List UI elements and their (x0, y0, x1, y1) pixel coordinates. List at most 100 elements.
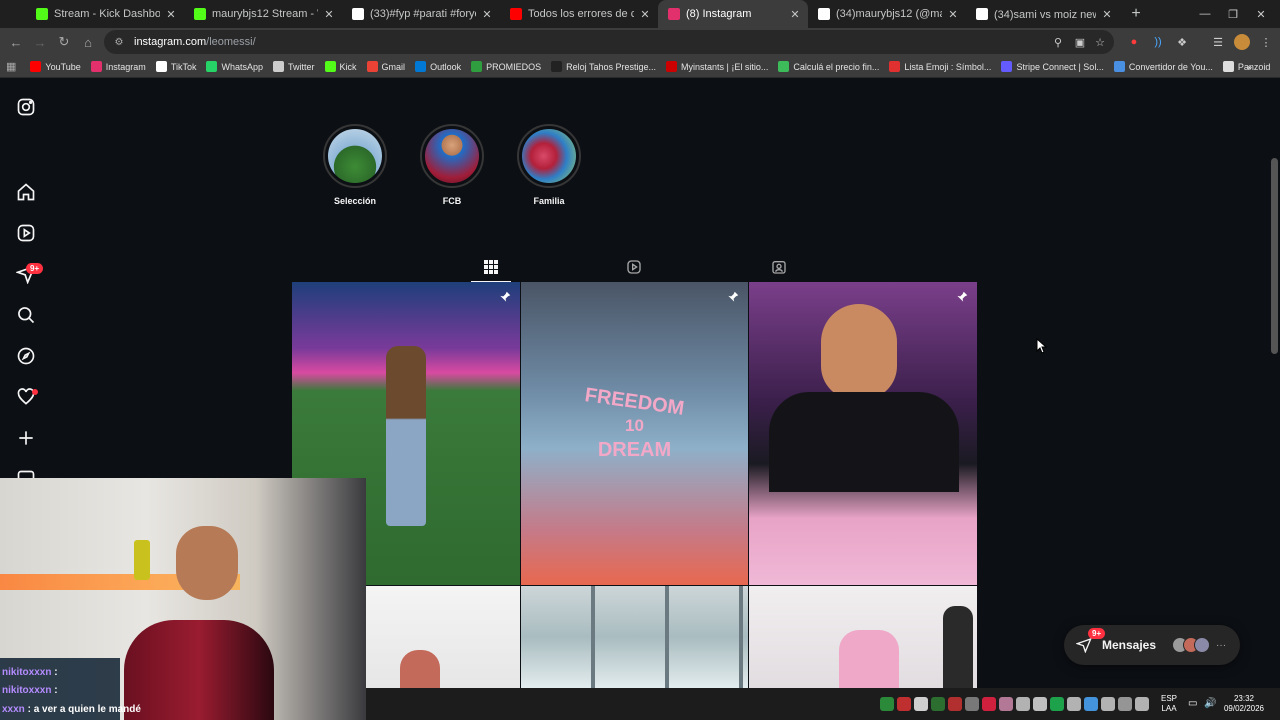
browser-tab[interactable]: (8) Instagram ✕ (658, 0, 808, 28)
tray-app-icon[interactable] (1067, 697, 1081, 711)
forward-icon[interactable]: → (28, 30, 52, 54)
more-icon[interactable]: ··· (1216, 640, 1226, 651)
tab-title: (33)#fyp #parati #foryou | TikTok (370, 8, 476, 20)
bookmark-item[interactable]: YouTube (30, 61, 81, 72)
highlight-familia[interactable]: Familia (516, 124, 582, 206)
clock[interactable]: 23:32 09/02/2026 (1216, 694, 1272, 714)
bookmark-item[interactable]: Reloj Tahos Prestige... (551, 61, 656, 72)
profile-avatar-icon[interactable] (1234, 34, 1250, 50)
more-bookmarks-icon[interactable]: » (1247, 62, 1252, 72)
bookmark-item[interactable]: PROMIEDOS (471, 61, 541, 72)
tray-app-icon[interactable] (1135, 697, 1149, 711)
tab-title: (8) Instagram (686, 8, 752, 20)
tray-app-icon[interactable] (1016, 697, 1030, 711)
apps-grid-icon[interactable]: ▦ (6, 60, 16, 73)
extensions-icon[interactable]: ❖ (1174, 34, 1190, 50)
network-icon[interactable]: ▭ (1188, 698, 1197, 709)
tab-close-icon[interactable]: ✕ (322, 8, 336, 21)
zoom-icon[interactable]: ⚲ (1050, 34, 1066, 50)
tray-app-icon[interactable] (965, 697, 979, 711)
browser-tab[interactable]: Stream - Kick Dashboard ✕ (26, 0, 184, 28)
browser-tab[interactable]: Todos los errores de cavani ✕ (500, 0, 658, 28)
bookmark-item[interactable]: Outlook (415, 61, 461, 72)
tab-posts[interactable] (471, 252, 511, 282)
bookmark-item[interactable]: Twitter (273, 61, 315, 72)
extension-red-icon[interactable]: ● (1126, 34, 1142, 50)
url-bar[interactable]: ⚙ instagram.com/leomessi/ (104, 30, 1114, 54)
explore-nav-icon[interactable] (16, 346, 36, 366)
search-nav-icon[interactable] (16, 305, 36, 325)
tray-app-icon[interactable] (897, 697, 911, 711)
tray-app-icon[interactable] (948, 697, 962, 711)
reload-icon[interactable]: ↻ (52, 30, 76, 54)
tab-close-icon[interactable]: ✕ (164, 8, 178, 21)
messages-button[interactable]: 9+ Mensajes ··· (1064, 625, 1240, 665)
bookmark-item[interactable]: Kick (324, 61, 357, 72)
extension-blue-icon[interactable]: )) (1150, 34, 1166, 50)
bookmark-item[interactable]: Calculá el precio fin... (778, 61, 879, 72)
bookmark-item[interactable]: Stripe Connect | Sol... (1001, 61, 1104, 72)
browser-tab[interactable]: (33)#fyp #parati #foryou | TikTok ✕ (342, 0, 500, 28)
close-window-button[interactable]: ✕ (1242, 0, 1280, 28)
tray-app-icon[interactable] (880, 697, 894, 711)
bottle-decor (134, 540, 150, 580)
tab-close-icon[interactable]: ✕ (638, 8, 652, 21)
tab-close-icon[interactable]: ✕ (946, 8, 960, 21)
highlight-seleccion[interactable]: Selección (322, 124, 388, 206)
bookmark-item[interactable]: Instagram (90, 61, 146, 72)
browser-tab[interactable]: (34)sami vs moiz new video 😂 ✕ (966, 0, 1120, 28)
tab-close-icon[interactable]: ✕ (1100, 8, 1114, 21)
language-indicator[interactable]: ESP LAA (1154, 694, 1184, 714)
tray-app-icon[interactable] (1118, 697, 1132, 711)
tab-close-icon[interactable]: ✕ (480, 8, 494, 21)
new-tab-button[interactable]: + (1124, 5, 1148, 23)
bookmark-item[interactable]: Myinstants | ¡El sitio... (666, 61, 768, 72)
bookmark-item[interactable]: Lista Emoji : Símbol... (889, 61, 991, 72)
tray-app-icon[interactable] (1050, 697, 1064, 711)
bookmark-favicon-icon (415, 61, 427, 72)
browser-tab[interactable]: maurybjs12 Stream - Watch Live ✕ (184, 0, 342, 28)
post-freedom-dream[interactable]: FREEDOM 10 DREAM (521, 282, 748, 585)
bookmark-item[interactable]: Gmail (366, 61, 406, 72)
chat-username: nikitoxxxn (2, 667, 52, 678)
scroll-thumb[interactable] (1271, 158, 1278, 354)
bookmark-label: Calculá el precio fin... (793, 61, 880, 72)
url-path: /leomessi/ (206, 36, 256, 48)
tray-app-icon[interactable] (1033, 697, 1047, 711)
window-frame (521, 586, 748, 688)
media-control-icon[interactable]: ☰ (1210, 34, 1226, 50)
tray-app-icon[interactable] (1084, 697, 1098, 711)
tray-app-icon[interactable] (931, 697, 945, 711)
instagram-logo-icon[interactable] (16, 97, 36, 117)
tab-reels[interactable] (614, 252, 654, 282)
bookmark-label: Gmail (381, 61, 406, 72)
bookmark-item[interactable]: TikTok (155, 61, 196, 72)
cast-icon[interactable]: ▣ (1072, 34, 1088, 50)
tray-app-icon[interactable] (999, 697, 1013, 711)
reels-nav-icon[interactable] (16, 223, 36, 243)
page-scrollbar[interactable] (1268, 78, 1280, 688)
bookmark-item[interactable]: Convertidor de You... (1113, 61, 1213, 72)
tiktok-icon (818, 8, 830, 20)
tray-app-icon[interactable] (982, 697, 996, 711)
tab-tagged[interactable] (759, 252, 799, 282)
post-training[interactable] (749, 586, 977, 688)
bookmark-star-icon[interactable]: ☆ (1092, 34, 1108, 50)
browser-tab[interactable]: (34)maurybjs12 (@maurybjs12) ✕ (808, 0, 966, 28)
site-info-icon[interactable]: ⚙ (112, 35, 126, 49)
home-nav-icon[interactable] (16, 182, 36, 202)
tray-app-icon[interactable] (914, 697, 928, 711)
create-nav-icon[interactable] (16, 428, 36, 448)
highlight-fcb[interactable]: FCB (419, 124, 485, 206)
tab-close-icon[interactable]: ✕ (788, 8, 802, 21)
highlight-cover-image (425, 129, 479, 183)
post-window[interactable] (521, 586, 748, 688)
tray-app-icon[interactable] (1101, 697, 1115, 711)
post-inter-miami-jersey[interactable] (749, 282, 977, 585)
menu-kebab-icon[interactable]: ⋮ (1258, 34, 1274, 50)
back-icon[interactable]: ← (4, 30, 28, 54)
home-icon[interactable]: ⌂ (76, 30, 100, 54)
reels-icon (627, 260, 641, 274)
volume-icon[interactable]: 🔊 (1204, 698, 1216, 709)
bookmark-item[interactable]: WhatsApp (206, 61, 263, 72)
